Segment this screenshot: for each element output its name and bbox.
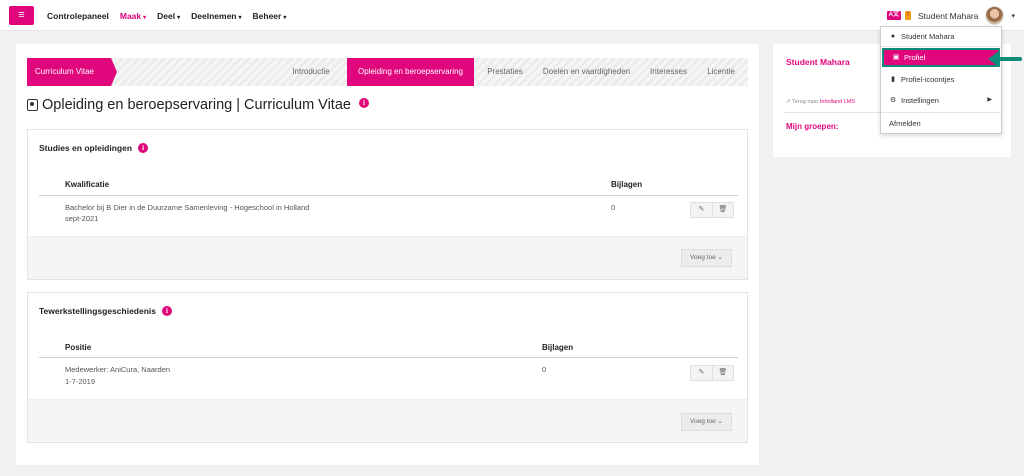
tab-licentie[interactable]: Licentie (700, 58, 742, 86)
nav-item-deel[interactable]: Deel ▾ (157, 11, 180, 21)
user-menu-caret-icon[interactable]: ▾ (1011, 12, 1015, 20)
nav-item-maak[interactable]: Maak ▾ (120, 11, 146, 21)
add-label: Voeg toe (690, 418, 716, 425)
nav-item-beheer[interactable]: Beheer ▾ (253, 11, 287, 21)
edit-icon[interactable]: ✎ (691, 203, 712, 217)
tab-interesses[interactable]: Interesses (641, 58, 696, 86)
table-row-attachments: 0 (542, 365, 547, 374)
table-row-date: sept-2021 (65, 214, 99, 223)
tab-curriculum-vitae[interactable]: Curriculum Vitae (27, 58, 117, 86)
nav-item-deelnemen[interactable]: Deelnemen ▾ (191, 11, 241, 21)
chevron-right-icon: ▶ (987, 97, 992, 103)
portrait-icon: ▮ (891, 76, 895, 83)
my-groups-heading: Mijn groepen: (786, 122, 839, 131)
chevron-down-icon: ⌄ (717, 418, 723, 425)
main-nav: Controlepaneel Maak ▾ Deel ▾ Deelnemen ▾ Be… (47, 0, 297, 31)
menu-label: Afmelden (889, 119, 921, 128)
cv-tabs: Curriculum Vitae Introductie Opleiding e… (27, 58, 748, 86)
user-dropdown-menu: ● Student Mahara ▣ Profiel ▮ Profiel-icoont… (880, 26, 1002, 134)
language-icon[interactable]: A文 (886, 11, 901, 20)
nav-item-controlepaneel[interactable]: Controlepaneel (47, 11, 109, 21)
education-section: Studies en opleidingen i Kwalificatie Bi… (27, 129, 748, 280)
column-header-bijlagen: Bijlagen (542, 343, 574, 352)
back-link-text[interactable]: Inholland LMS (820, 99, 855, 105)
external-link-icon: ↗ (786, 99, 791, 105)
caret-down-icon: ▾ (143, 14, 147, 21)
trash-icon[interactable]: 🗑 (711, 366, 733, 380)
trash-icon[interactable]: 🗑 (711, 203, 733, 217)
row-actions: ✎ 🗑 (690, 202, 734, 218)
row-actions: ✎ 🗑 (690, 365, 734, 381)
column-header-bijlagen: Bijlagen (611, 180, 643, 189)
caret-down-icon: ▾ (177, 14, 181, 21)
menu-label: Profiel-icoontjes (901, 75, 955, 84)
add-employment-button[interactable]: Voeg toe ⌄ (681, 413, 732, 431)
section-title: Studies en opleidingen (39, 143, 133, 153)
divider (39, 195, 738, 196)
info-icon[interactable]: i (138, 143, 149, 153)
menu-item-profiel-icoontjes[interactable]: ▮ Profiel-icoontjes (881, 70, 1001, 89)
menu-label: Profiel (904, 53, 926, 62)
menu-label: Student Mahara (901, 32, 955, 41)
table-row-title: Bachelor bij B Dier in de Duurzame Samen… (65, 203, 310, 212)
divider (39, 357, 738, 358)
nav-label: Beheer (252, 10, 282, 21)
id-card-icon (27, 99, 38, 111)
cogs-icon: ⚙ (889, 97, 897, 104)
page-title-text: Opleiding en beroepservaring | Curriculu… (42, 97, 351, 113)
pointer-arrow-icon (988, 51, 1022, 67)
divider (881, 112, 1001, 113)
education-heading: Studies en opleidingen i (39, 143, 149, 153)
column-header-positie: Positie (65, 343, 92, 352)
menu-item-afmelden[interactable]: Afmelden (881, 114, 1001, 133)
user-icon: ● (890, 33, 896, 40)
employment-section: Tewerkstellingsgeschiedenis i Positie Bi… (27, 292, 748, 443)
id-card-icon: ▣ (892, 54, 900, 61)
nav-label: Maak (119, 10, 142, 21)
section-footer: Voeg toe ⌄ (28, 236, 747, 279)
nav-label: Controlepaneel (47, 10, 109, 21)
top-navbar: ≡ Controlepaneel Maak ▾ Deel ▾ Deelnemen ▾ … (0, 0, 1024, 31)
section-title: Tewerkstellingsgeschiedenis (39, 306, 156, 316)
notification-icon[interactable]: ! (905, 11, 911, 20)
hamburger-icon: ≡ (18, 9, 25, 21)
divider (881, 46, 1001, 47)
hamburger-menu-button[interactable]: ≡ (9, 6, 34, 25)
menu-label: Instellingen (901, 96, 939, 105)
info-icon[interactable]: i (358, 98, 369, 108)
avatar[interactable] (985, 6, 1005, 25)
table-row-attachments: 0 (611, 203, 616, 212)
back-link[interactable]: ↗ Terug naar Inholland LMS (786, 99, 855, 105)
user-name[interactable]: Student Mahara (918, 11, 978, 21)
add-label: Voeg toe (690, 254, 716, 261)
table-row-title: Medewerker: AniCura, Naarden (65, 365, 171, 374)
main-content: Curriculum Vitae Introductie Opleiding e… (16, 44, 759, 465)
edit-icon[interactable]: ✎ (691, 366, 712, 380)
nav-label: Deel (157, 10, 176, 21)
column-header-kwalificatie: Kwalificatie (65, 180, 110, 189)
section-footer: Voeg toe ⌄ (28, 399, 747, 442)
tab-opleiding[interactable]: Opleiding en beroepservaring (347, 58, 474, 86)
caret-down-icon: ▾ (238, 14, 242, 21)
tab-prestaties[interactable]: Prestaties (479, 58, 531, 86)
menu-item-instellingen[interactable]: ⚙ Instellingen ▶ (881, 91, 1001, 110)
menu-item-profiel[interactable]: ▣ Profiel (882, 48, 1000, 67)
info-icon[interactable]: i (162, 306, 172, 316)
table-row-date: 1-7-2019 (65, 377, 96, 386)
sidebar-user-name[interactable]: Student Mahara (786, 57, 850, 67)
caret-down-icon: ▾ (283, 14, 287, 21)
page-title: Opleiding en beroepservaring | Curriculu… (27, 96, 369, 114)
employment-heading: Tewerkstellingsgeschiedenis i (39, 306, 172, 316)
back-prefix: Terug naar (792, 99, 819, 105)
nav-label: Deelnemen (191, 10, 237, 21)
add-education-button[interactable]: Voeg toe ⌄ (681, 249, 732, 267)
tab-introductie[interactable]: Introductie (281, 58, 341, 86)
menu-item-student-mahara[interactable]: ● Student Mahara (881, 27, 1001, 46)
tab-doelen[interactable]: Doelen en vaardigheden (536, 58, 637, 86)
chevron-down-icon: ⌄ (717, 254, 723, 261)
